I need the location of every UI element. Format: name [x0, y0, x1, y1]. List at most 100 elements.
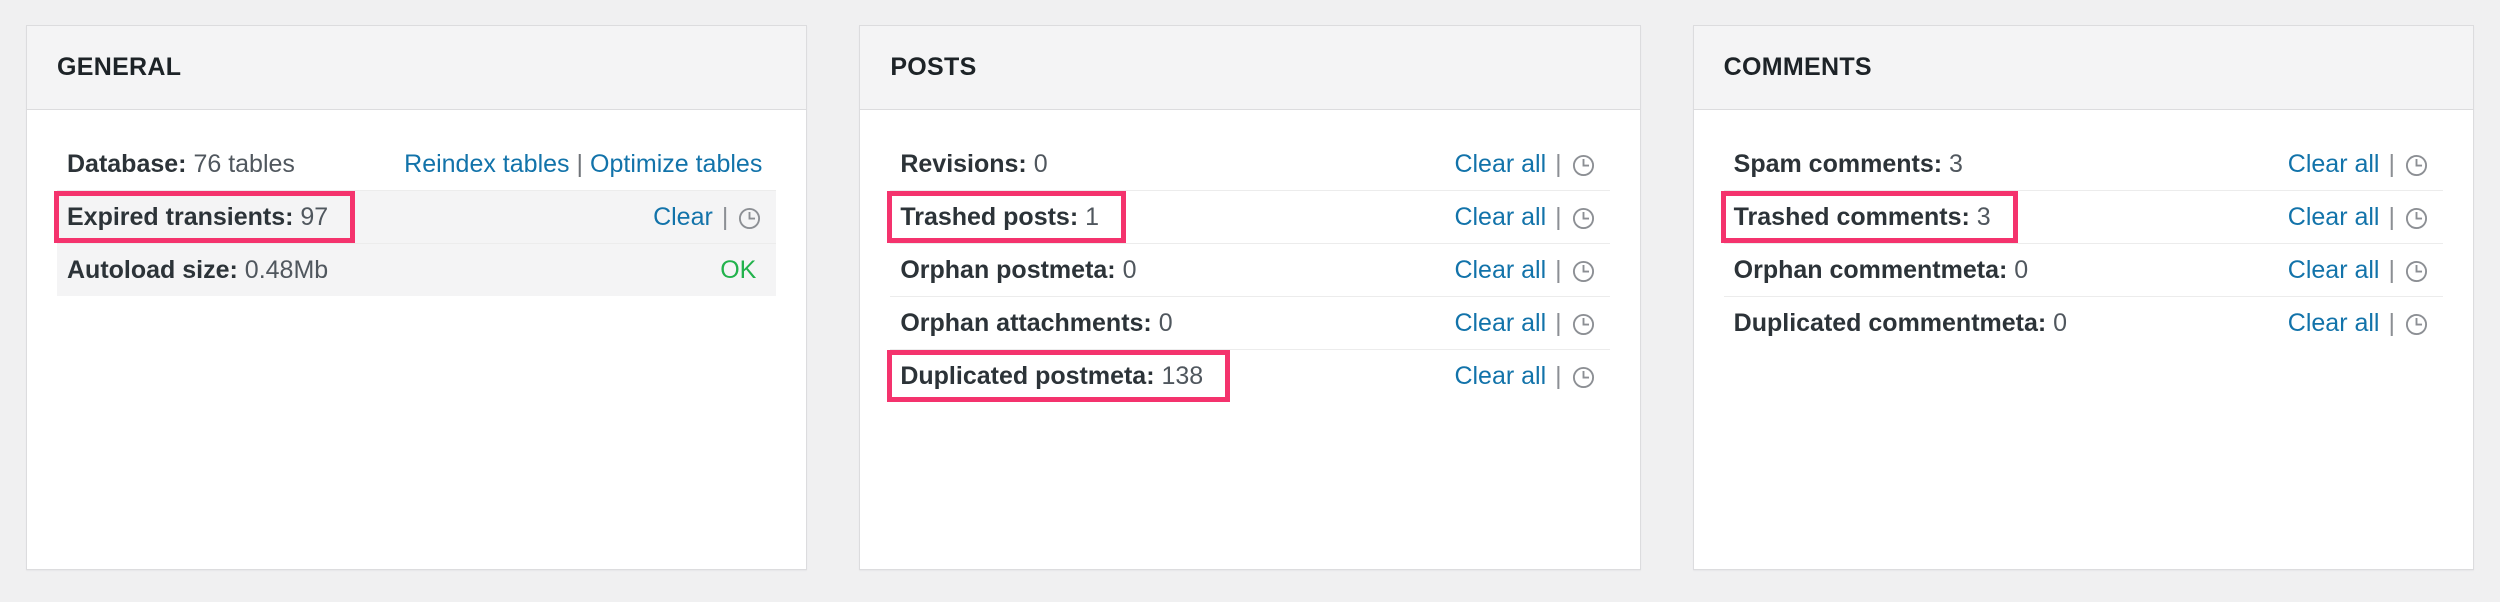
clear-link[interactable]: Clear all: [1454, 255, 1546, 285]
action-separator: |: [1555, 150, 1562, 178]
stat-label: Orphan postmeta: 0: [900, 255, 1136, 285]
stat-key: Duplicated commentmeta:: [1733, 309, 2047, 337]
stat-key: Spam comments:: [1733, 150, 1943, 178]
panel-comments: COMMENTS Spam comments: 3 Clear all | Trashe…: [1692, 25, 2474, 570]
label-wrapper: Orphan commentmeta: 0: [1724, 244, 2051, 296]
panel-general: GENERAL Database: 76 tables Reindex tables…: [26, 25, 808, 570]
reindex-tables-link[interactable]: Reindex tables: [404, 150, 569, 178]
action-separator: |: [721, 203, 729, 231]
stat-key: Autoload size:: [67, 256, 238, 284]
panel-body-posts: Revisions: 0 Clear all | Trashed posts: 1 Cl…: [860, 110, 1639, 569]
label-wrapper: Autoload size: 0.48Mb: [57, 244, 350, 296]
clear-link[interactable]: Clear all: [1454, 308, 1546, 338]
highlight-box: Expired transients: 97: [54, 191, 356, 243]
stat-label: Expired transients: 97: [67, 202, 328, 232]
stat-label: Autoload size: 0.48Mb: [67, 255, 328, 285]
stat-key: Orphan postmeta:: [900, 256, 1116, 284]
stat-label: Revisions: 0: [900, 149, 1047, 179]
action-separator: |: [1555, 256, 1562, 284]
clock-icon[interactable]: [737, 206, 762, 231]
row-actions: OK: [720, 255, 766, 285]
stat-row: Orphan attachments: 0 Clear all |: [890, 296, 1610, 349]
stat-row: Autoload size: 0.48Mb OK: [57, 243, 777, 296]
panel-title: COMMENTS: [1723, 53, 1872, 81]
stat-row: Revisions: 0 Clear all |: [890, 138, 1609, 190]
stat-value: 3: [1976, 203, 1991, 231]
optimize-tables-link[interactable]: Optimize tables: [590, 150, 762, 178]
clock-icon[interactable]: [2404, 312, 2429, 337]
stat-row: Expired transients: 97 Clear |: [54, 190, 777, 243]
label-wrapper: Spam comments: 3: [1724, 138, 1985, 190]
stat-row: Orphan postmeta: 0 Clear all |: [890, 243, 1610, 296]
clock-icon[interactable]: [1571, 365, 1596, 390]
stat-key: Orphan commentmeta:: [1733, 256, 2008, 284]
row-actions: Clear all |: [2288, 202, 2433, 232]
action-separator: |: [2388, 256, 2395, 284]
stat-label: Orphan commentmeta: 0: [1734, 255, 2029, 285]
row-actions: Clear all |: [2288, 308, 2433, 338]
highlight-box: Duplicated postmeta: 138: [887, 350, 1231, 402]
stat-value: 0: [2053, 309, 2068, 337]
stat-key: Duplicated postmeta:: [900, 362, 1155, 390]
stat-label: Trashed comments: 3: [1734, 202, 1991, 232]
clear-link[interactable]: Clear all: [1454, 361, 1546, 391]
stat-value: 1: [1085, 203, 1100, 231]
panel-posts: POSTS Revisions: 0 Clear all | Trashed posts…: [859, 25, 1641, 570]
clear-link[interactable]: Clear all: [2288, 149, 2380, 179]
clear-link[interactable]: Clear all: [2288, 308, 2380, 338]
action-separator: |: [1555, 309, 1562, 337]
panel-body-comments: Spam comments: 3 Clear all | Trashed commen…: [1694, 110, 2473, 569]
action-separator: |: [1555, 203, 1562, 231]
stat-label: Spam comments: 3: [1734, 149, 1963, 179]
stat-label: Duplicated postmeta: 138: [900, 361, 1203, 391]
row-actions: Clear |: [653, 202, 766, 232]
stat-label: Trashed posts: 1: [900, 202, 1099, 232]
clear-link[interactable]: Clear all: [1454, 202, 1546, 232]
highlight-box: Trashed comments: 3: [1720, 191, 2018, 243]
row-actions: Clear all |: [1454, 149, 1599, 179]
stat-row: Duplicated postmeta: 138 Clear all |: [887, 349, 1610, 402]
row-actions: Clear all |: [2288, 149, 2433, 179]
clear-link[interactable]: Clear all: [1454, 149, 1546, 179]
clock-icon[interactable]: [2404, 206, 2429, 231]
stat-key: Expired transients:: [67, 203, 294, 231]
label-wrapper: Revisions: 0: [890, 138, 1069, 190]
row-actions: Clear all |: [1454, 255, 1599, 285]
stat-value: 97: [300, 203, 329, 231]
panel-body-general: Database: 76 tables Reindex tables | Optimi…: [27, 110, 806, 569]
stat-row: Spam comments: 3 Clear all |: [1724, 138, 2443, 190]
action-separator: |: [2388, 203, 2395, 231]
stat-row: Orphan commentmeta: 0 Clear all |: [1723, 243, 2443, 296]
stat-label: Duplicated commentmeta: 0: [1734, 308, 2067, 338]
stat-label: Orphan attachments: 0: [900, 308, 1172, 338]
clock-icon[interactable]: [2404, 153, 2429, 178]
stat-value: 0: [1033, 150, 1048, 178]
panel-header-comments: COMMENTS: [1693, 26, 2473, 110]
row-actions: Clear all |: [1454, 361, 1599, 391]
label-wrapper: Orphan attachments: 0: [890, 297, 1194, 349]
stat-key: Orphan attachments:: [900, 309, 1152, 337]
stat-row: Database: 76 tables Reindex tables | Optimi…: [57, 138, 776, 190]
clear-link[interactable]: Clear all: [2288, 255, 2380, 285]
clear-link[interactable]: Clear all: [2288, 202, 2380, 232]
row-actions: Clear all |: [1454, 202, 1599, 232]
clock-icon[interactable]: [1571, 259, 1596, 284]
stat-row: Trashed posts: 1 Clear all |: [887, 190, 1610, 243]
link-separator: |: [576, 150, 584, 178]
row-actions: Clear all |: [1454, 308, 1599, 338]
clock-icon[interactable]: [1571, 206, 1596, 231]
label-wrapper: Duplicated commentmeta: 0: [1724, 297, 2089, 349]
stat-value: 76 tables: [193, 150, 295, 178]
clock-icon[interactable]: [1571, 153, 1596, 178]
clear-link[interactable]: Clear: [653, 202, 713, 232]
clock-icon[interactable]: [1571, 312, 1596, 337]
row-actions: Reindex tables | Optimize tables: [404, 149, 766, 179]
stat-value: 0: [1122, 256, 1137, 284]
highlight-box: Trashed posts: 1: [887, 191, 1127, 243]
stat-key: Database:: [67, 150, 187, 178]
stat-label: Database: 76 tables: [67, 149, 295, 179]
clock-icon[interactable]: [2404, 259, 2429, 284]
panel-header-posts: POSTS: [860, 26, 1640, 110]
panel-title: POSTS: [890, 53, 977, 81]
action-separator: |: [2388, 309, 2395, 337]
